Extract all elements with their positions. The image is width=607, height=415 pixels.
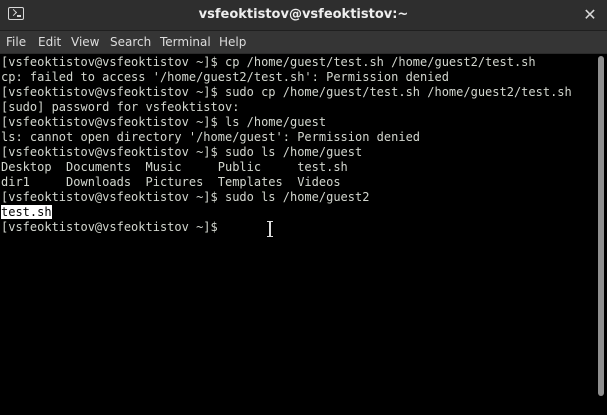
- menu-bar: File Edit View Search Terminal Help: [0, 31, 607, 54]
- terminal-output[interactable]: [vsfeoktistov@vsfeoktistov ~]$ cp /home/…: [0, 54, 595, 415]
- terminal-prompt-line: [vsfeoktistov@vsfeoktistov ~]$: [1, 220, 225, 234]
- title-bar[interactable]: vsfeoktistov@vsfeoktistov:~ ✕: [0, 0, 607, 31]
- terminal-line: Desktop Documents Music Public test.sh: [1, 160, 348, 174]
- terminal-line: [vsfeoktistov@vsfeoktistov ~]$ cp /home/…: [1, 55, 536, 69]
- menu-terminal[interactable]: Terminal: [160, 31, 211, 53]
- terminal-window: vsfeoktistov@vsfeoktistov:~ ✕ File Edit …: [0, 0, 607, 415]
- terminal-line: [vsfeoktistov@vsfeoktistov ~]$ sudo cp /…: [1, 85, 572, 99]
- terminal-line: dir1 Downloads Pictures Templates Videos: [1, 175, 341, 189]
- menu-file[interactable]: File: [6, 31, 26, 53]
- menu-search[interactable]: Search: [110, 31, 151, 53]
- terminal-line: cp: failed to access '/home/guest2/test.…: [1, 70, 449, 84]
- menu-edit[interactable]: Edit: [38, 31, 61, 53]
- ibeam-cursor-icon: [266, 221, 274, 237]
- terminal-line: [sudo] password for vsfeoktistov:: [1, 100, 240, 114]
- close-icon[interactable]: ✕: [583, 7, 597, 23]
- terminal-line: ls: cannot open directory '/home/guest':…: [1, 130, 421, 144]
- scrollbar-thumb[interactable]: [598, 56, 604, 396]
- terminal-line: [vsfeoktistov@vsfeoktistov ~]$ ls /home/…: [1, 115, 327, 129]
- vertical-scrollbar[interactable]: [595, 54, 607, 415]
- terminal-line: [vsfeoktistov@vsfeoktistov ~]$ sudo ls /…: [1, 190, 370, 204]
- window-title: vsfeoktistov@vsfeoktistov:~: [198, 7, 409, 22]
- terminal-line-selected: test.sh: [1, 205, 52, 220]
- menu-view[interactable]: View: [71, 31, 99, 53]
- menu-help[interactable]: Help: [219, 31, 246, 53]
- selected-text[interactable]: test.sh: [1, 205, 52, 219]
- terminal-line: [vsfeoktistov@vsfeoktistov ~]$ sudo ls /…: [1, 145, 363, 159]
